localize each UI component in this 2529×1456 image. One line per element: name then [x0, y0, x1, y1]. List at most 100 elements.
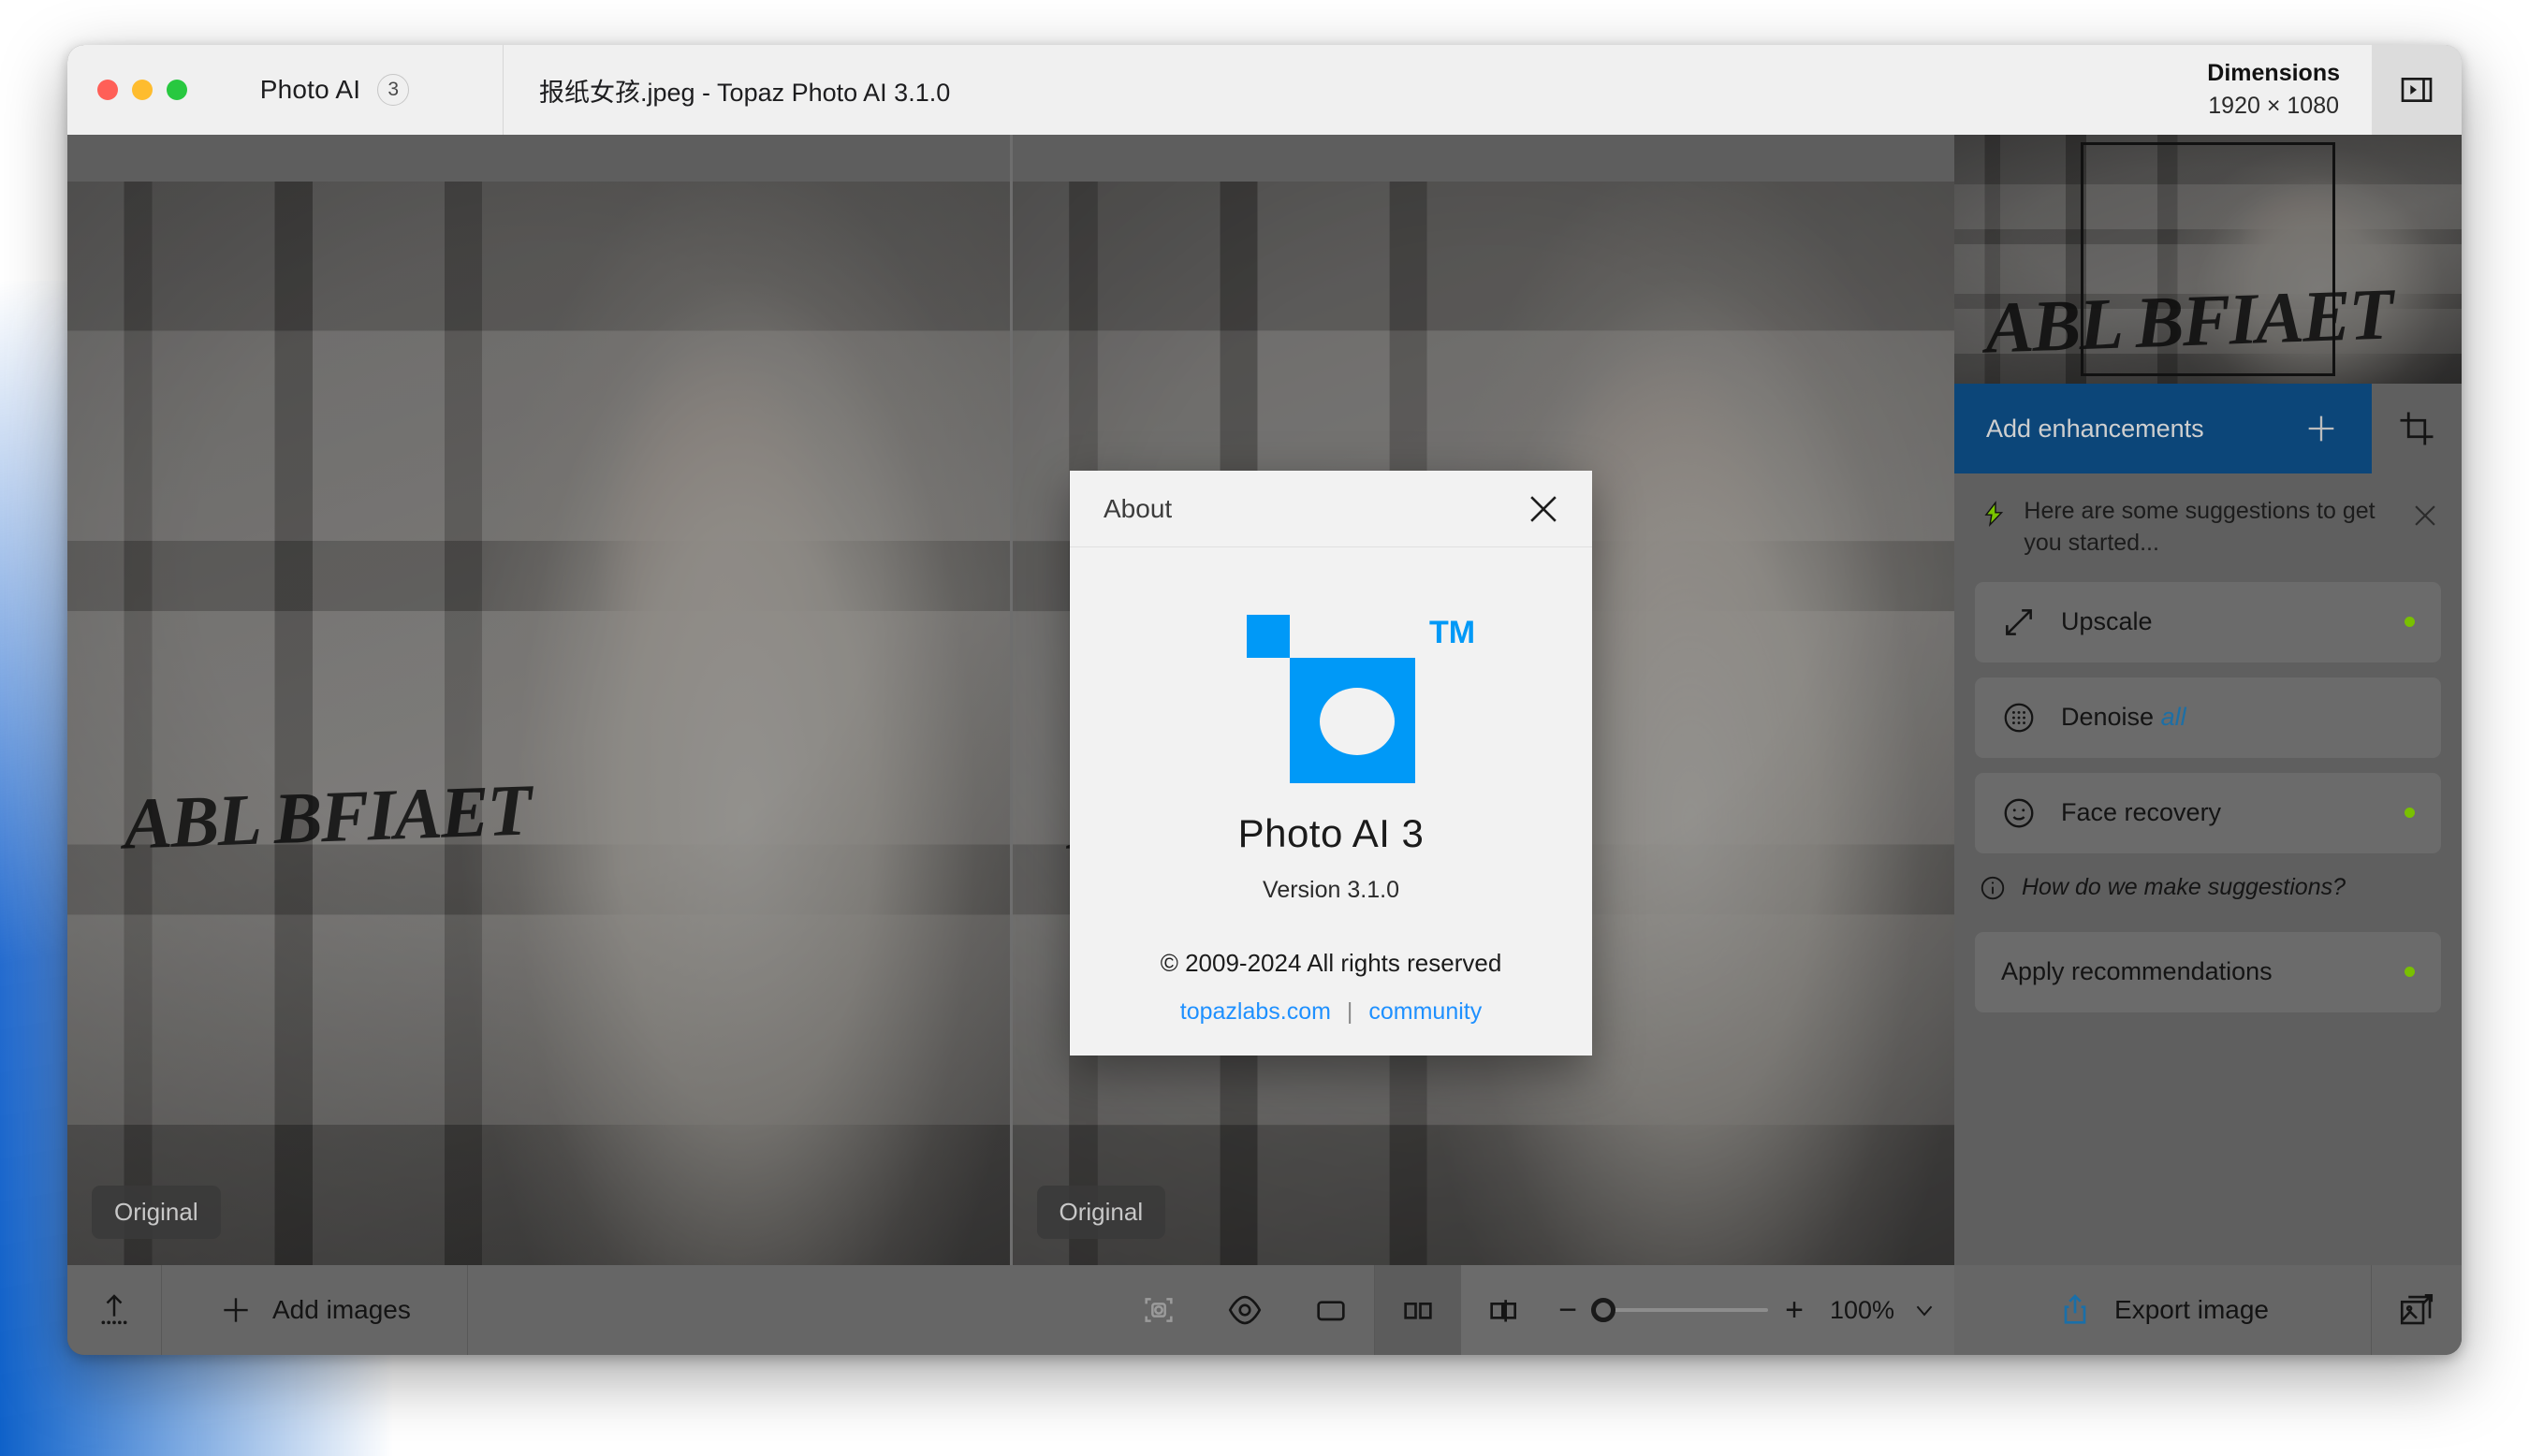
add-enhancements-button[interactable]: Add enhancements — [1954, 384, 2372, 473]
minimize-window-button[interactable] — [132, 80, 153, 100]
navigator-viewport-rect[interactable] — [2081, 142, 2335, 376]
upscale-arrows-icon — [2006, 608, 2032, 635]
export-image-label: Export image — [2114, 1295, 2269, 1324]
image-preview-original — [67, 135, 1010, 1265]
lightning-bolt-icon — [1984, 501, 2004, 527]
suggestion-label: Face recovery — [2061, 798, 2222, 826]
pane-left[interactable]: Original — [67, 135, 1010, 1265]
panel-toggle-button[interactable] — [2372, 45, 2462, 135]
zoom-slider[interactable]: − + — [1547, 1294, 1815, 1326]
status-dot — [2405, 617, 2415, 627]
suggestion-list: Upscale Denoise all Face recovery — [1954, 567, 2462, 853]
about-app-name: Photo AI 3 — [1237, 811, 1425, 855]
app-tab-label: Photo AI — [259, 75, 361, 104]
preview-toggle-button[interactable] — [1202, 1265, 1288, 1355]
panel-collapse-icon — [2401, 78, 2433, 102]
suggestions-heading: Here are some suggestions to get you sta… — [2024, 498, 2376, 556]
status-dot — [2405, 967, 2415, 977]
dimensions-readout: Dimensions 1920 × 1080 — [2175, 45, 2372, 135]
how-suggestions-link[interactable]: How do we make suggestions? — [1954, 853, 2462, 917]
suggestion-label: Denoise — [2061, 703, 2155, 731]
plus-icon — [224, 1298, 248, 1322]
app-tab[interactable]: Photo AI 3 — [204, 45, 504, 135]
about-dialog-header: About — [1070, 471, 1592, 547]
compare-panes: Original Original — [67, 135, 1954, 1265]
navigator-thumbnail[interactable] — [1954, 135, 2462, 384]
suggestion-label-group: Denoise all — [2061, 703, 2415, 732]
rectangle-icon — [1317, 1301, 1345, 1321]
document-title: 报纸女孩.jpeg - Topaz Photo AI 3.1.0 — [539, 78, 951, 107]
export-image-button[interactable]: Export image — [1954, 1265, 2372, 1355]
share-up-icon — [2064, 1294, 2086, 1324]
pane-top-strip — [67, 135, 1010, 182]
about-app-version: Version 3.1.0 — [1263, 877, 1399, 903]
info-icon — [1981, 876, 2005, 899]
add-images-label: Add images — [272, 1295, 411, 1324]
bottom-toolbar: Add images − + 100% — [67, 1265, 1954, 1355]
canvas-area: Original Original — [67, 135, 1954, 1355]
side-by-side-view-button[interactable] — [1375, 1265, 1462, 1355]
crop-icon — [2400, 412, 2434, 445]
apply-recommendations-list: Apply recommendations — [1954, 917, 2462, 1012]
chevron-down-icon — [1916, 1305, 1933, 1317]
suggestion-face-recovery[interactable]: Face recovery — [1975, 772, 2441, 853]
plus-icon — [2308, 415, 2334, 442]
how-suggestions-label: How do we make suggestions? — [2022, 874, 2346, 900]
close-window-button[interactable] — [97, 80, 118, 100]
split-zoom-group: − + 100% — [1461, 1265, 1954, 1355]
close-icon — [1530, 495, 1557, 522]
status-dot — [2405, 808, 2415, 818]
dismiss-suggestions-button[interactable] — [2409, 496, 2441, 531]
about-dialog: About TM Photo AI 3 Version 3.1.0 © 2009… — [1070, 471, 1592, 1056]
split-view-icon — [1490, 1300, 1517, 1322]
upload-button[interactable] — [67, 1265, 162, 1355]
maximize-window-button[interactable] — [167, 80, 187, 100]
side-by-side-icon — [1404, 1303, 1432, 1319]
apply-recommendations-button[interactable]: Apply recommendations — [1975, 931, 2441, 1012]
pane-right-label: Original — [1036, 1186, 1166, 1239]
trademark-label: TM — [1429, 615, 1476, 650]
select-subject-icon — [1145, 1298, 1173, 1322]
suggestion-upscale[interactable]: Upscale — [1975, 581, 2441, 662]
about-copyright: © 2009-2024 All rights reserved — [1160, 949, 1502, 977]
about-dialog-content: TM Photo AI 3 Version 3.1.0 © 2009-2024 … — [1070, 547, 1592, 1056]
batch-view-button[interactable] — [2372, 1265, 2462, 1355]
select-subject-button[interactable] — [1116, 1265, 1202, 1355]
single-view-button[interactable] — [1288, 1265, 1374, 1355]
community-link[interactable]: community — [1368, 998, 1482, 1025]
zoom-dropdown-button[interactable] — [1894, 1265, 1954, 1355]
title-bar: Photo AI 3 报纸女孩.jpeg - Topaz Photo AI 3.… — [67, 45, 2462, 135]
suggestion-sublabel: all — [2160, 703, 2186, 731]
zoom-slider-track[interactable] — [1591, 1298, 1769, 1322]
pane-left-label: Original — [92, 1186, 221, 1239]
app-window: Photo AI 3 报纸女孩.jpeg - Topaz Photo AI 3.… — [67, 45, 2462, 1355]
pane-top-strip — [1012, 135, 1954, 182]
denoise-dots-icon — [2004, 703, 2034, 732]
split-view-button[interactable] — [1461, 1265, 1547, 1355]
zoom-in-button[interactable]: + — [1785, 1294, 1804, 1326]
preview-eye-icon — [1229, 1295, 1262, 1325]
close-icon — [2415, 505, 2435, 526]
face-smile-icon — [2004, 798, 2034, 827]
add-images-button-inner: Add images — [190, 1265, 439, 1355]
crop-button[interactable] — [2372, 384, 2462, 473]
window-controls[interactable] — [67, 45, 204, 135]
logo-small-square — [1247, 615, 1290, 658]
apply-recommendations-label: Apply recommendations — [2001, 957, 2273, 985]
suggestions-panel: Here are some suggestions to get you sta… — [1954, 473, 2462, 1265]
zoom-slider-knob[interactable] — [1591, 1298, 1616, 1322]
upload-icon — [101, 1294, 127, 1325]
dimensions-label: Dimensions — [2207, 60, 2340, 86]
about-dialog-title: About — [1104, 493, 1173, 523]
about-links: topazlabs.com | community — [1180, 998, 1482, 1026]
dimensions-value: 1920 × 1080 — [2208, 93, 2340, 119]
suggestion-denoise[interactable]: Denoise all — [1975, 677, 2441, 758]
zoom-out-button[interactable]: − — [1558, 1294, 1577, 1326]
topaz-photo-ai-logo: TM — [1247, 615, 1475, 783]
batch-image-icon — [2400, 1293, 2434, 1325]
link-divider: | — [1346, 998, 1353, 1025]
about-dialog-close-button[interactable] — [1523, 488, 1564, 530]
add-images-button[interactable]: Add images — [162, 1265, 468, 1355]
topazlabs-link[interactable]: topazlabs.com — [1180, 998, 1331, 1025]
